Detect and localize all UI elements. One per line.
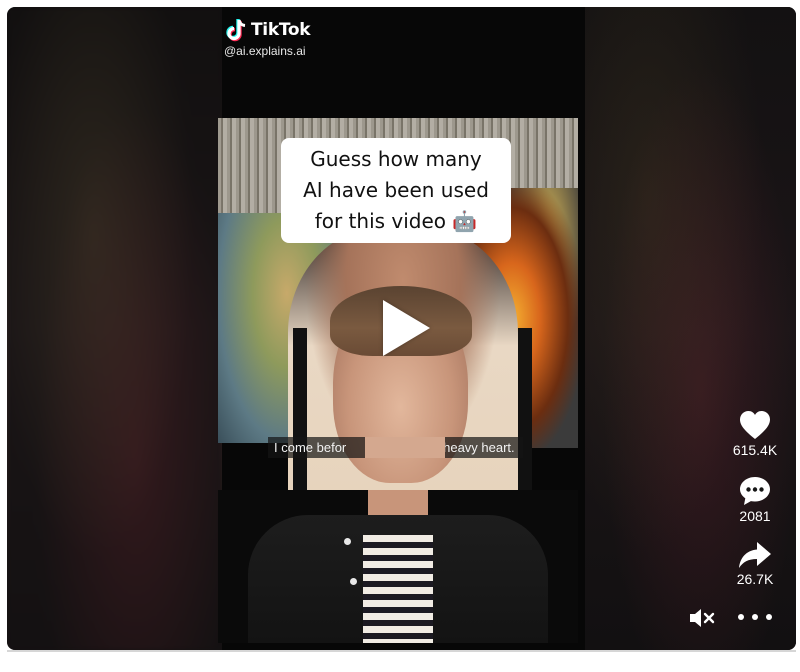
tiktok-wordmark: TikTok (251, 20, 311, 40)
shirt-button (344, 538, 351, 545)
more-options-button[interactable] (738, 606, 772, 628)
share-icon (739, 542, 771, 568)
speaker-muted-icon (690, 609, 715, 627)
subtitle-text-left: I come befor (274, 440, 347, 455)
woman-strap-right (518, 328, 532, 490)
share-count: 26.7K (736, 571, 774, 587)
like-button[interactable]: 615.4K (725, 410, 785, 458)
caption-line-2: AI have been used (303, 178, 489, 202)
video-caption-card: Guess how many AI have been used for thi… (281, 138, 511, 243)
video-subtitle: I come befor a heavy heart. (268, 437, 523, 458)
heart-icon (740, 411, 770, 439)
like-count: 615.4K (732, 442, 778, 458)
subtitle-occlusion (365, 437, 445, 458)
more-icon-dot (752, 614, 758, 620)
comment-count: 2081 (739, 508, 771, 524)
comment-icon (740, 477, 770, 505)
play-icon[interactable] (383, 300, 430, 356)
tiktok-brand: TikTok (225, 18, 311, 42)
striped-tee (363, 535, 433, 643)
more-icon-dot (738, 614, 744, 620)
more-icon-dot (766, 614, 772, 620)
share-button[interactable]: 26.7K (725, 541, 785, 587)
shirt-button (350, 578, 357, 585)
tiktok-icon (225, 18, 247, 42)
woman-strap-left (293, 328, 307, 490)
caption-line-3: for this video 🤖 (314, 209, 478, 233)
caption-line-1: Guess how many (310, 147, 482, 171)
progress-track[interactable] (7, 650, 796, 652)
mute-button[interactable] (688, 607, 716, 629)
blurred-background-left (7, 7, 222, 650)
comment-button[interactable]: 2081 (725, 476, 785, 524)
creator-handle[interactable]: @ai.explains.ai (224, 44, 306, 58)
video-frame-bottom-scene (218, 490, 578, 643)
